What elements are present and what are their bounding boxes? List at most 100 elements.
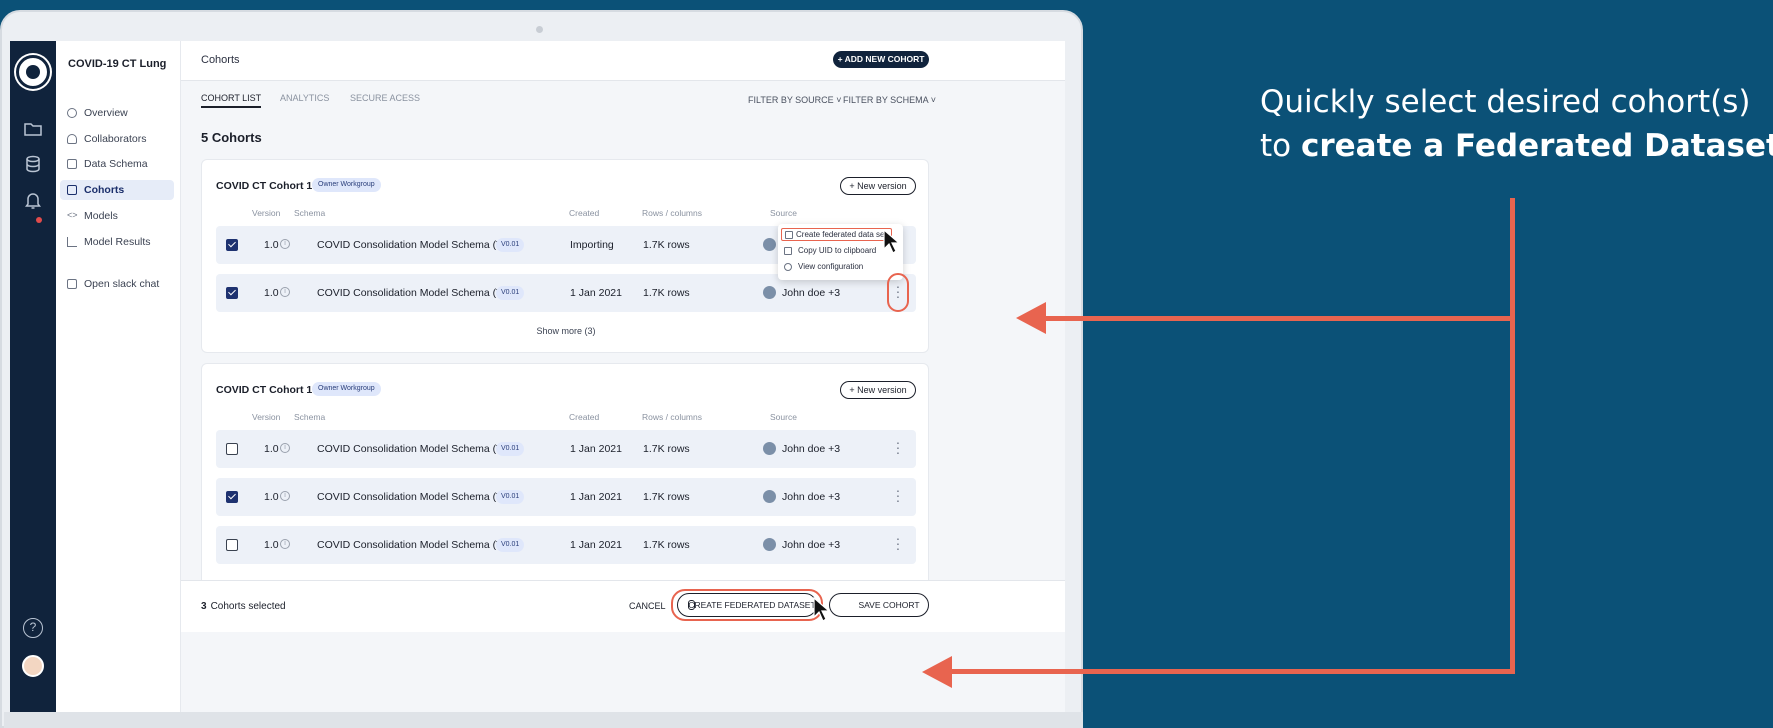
info-icon[interactable]: i — [280, 491, 290, 501]
schema-cell: COVID Consolidation Model Schema (V.1) — [317, 239, 515, 251]
workgroup-badge: Owner Workgroup — [312, 382, 381, 396]
cohort-card: COVID CT Cohort 1 Owner Workgroup + New … — [201, 363, 929, 593]
laptop-frame: ? COVID-19 CT Lung Overview Collaborator… — [0, 10, 1083, 728]
column-header-created: Created — [569, 208, 600, 218]
database-icon[interactable] — [22, 153, 44, 175]
selected-count-number: 3 — [201, 601, 207, 612]
sidebar-item-slack[interactable]: Open slack chat — [60, 274, 174, 294]
created-cell: 1 Jan 2021 — [570, 491, 622, 503]
workgroup-badge: Owner Workgroup — [312, 178, 381, 192]
selection-footer: 3 Cohorts selected CANCEL SAVE COHORT CRE… — [181, 580, 1065, 632]
tab-cohort-list[interactable]: COHORT LIST — [201, 93, 262, 108]
tab-secure-access[interactable]: SECURE ACESS — [350, 93, 420, 103]
arrowhead-icon — [1016, 302, 1046, 334]
folder-icon[interactable] — [22, 118, 44, 140]
schema-version-badge: V0.01 — [496, 442, 525, 456]
schema-cell: COVID Consolidation Model Schema (V.1) — [317, 539, 515, 551]
create-button-highlight — [671, 589, 823, 621]
version-cell: 1.0 — [264, 539, 279, 551]
menu-item-label: View configuration — [798, 262, 864, 271]
cohort-count: 5 Cohorts — [201, 130, 262, 145]
mouse-cursor-icon — [883, 229, 901, 254]
show-more-link[interactable]: Show more (3) — [202, 326, 930, 336]
menu-item-create-federated[interactable]: Create federated data set — [781, 228, 892, 241]
source-cell: John doe +3 — [782, 287, 841, 299]
new-version-button[interactable]: + New version — [840, 177, 916, 195]
schema-version-badge: V0.01 — [496, 490, 525, 504]
selected-count-label: Cohorts selected — [210, 601, 286, 612]
project-sidebar: COVID-19 CT Lung Overview Collaborators … — [56, 41, 181, 713]
bell-icon[interactable] — [22, 189, 44, 211]
sidebar-item-collaborators[interactable]: Collaborators — [60, 129, 174, 149]
connector-arrow-bottom — [948, 669, 1514, 674]
column-header-rows: Rows / columns — [642, 208, 702, 218]
schema-version-badge: V0.01 — [496, 538, 525, 552]
source-cell: John doe +3 — [782, 443, 841, 455]
add-new-cohort-button[interactable]: + ADD NEW COHORT — [833, 51, 929, 68]
column-header-source: Source — [770, 208, 797, 218]
schema-cell: COVID Consolidation Model Schema (V.1) — [317, 443, 515, 455]
cancel-button[interactable]: CANCEL — [629, 601, 666, 611]
help-icon[interactable]: ? — [23, 618, 43, 638]
app-screen: ? COVID-19 CT Lung Overview Collaborator… — [10, 41, 1065, 713]
row-checkbox[interactable] — [226, 491, 238, 503]
overview-icon — [67, 108, 77, 118]
cohort-title: COVID CT Cohort 1 — [216, 180, 313, 192]
sidebar-item-cohorts[interactable]: Cohorts — [60, 180, 174, 200]
column-header-schema: Schema — [294, 412, 326, 422]
collaborators-icon — [67, 134, 77, 144]
info-icon[interactable]: i — [280, 239, 290, 249]
created-cell: 1 Jan 2021 — [570, 443, 622, 455]
row-checkbox[interactable] — [226, 287, 238, 299]
cohort-title: COVID CT Cohort 1 — [216, 384, 313, 396]
sidebar-item-overview[interactable]: Overview — [60, 103, 174, 123]
column-header-version: Version — [252, 208, 281, 218]
info-icon[interactable]: i — [280, 539, 290, 549]
row-checkbox[interactable] — [226, 239, 238, 251]
more-options-icon[interactable]: · · · — [894, 483, 902, 507]
schema-cell: COVID Consolidation Model Schema (V.1) — [317, 287, 515, 299]
row-checkbox[interactable] — [226, 539, 238, 551]
table-row[interactable]: 1.0 i COVID Consolidation Model Schema (… — [216, 478, 916, 516]
sidebar-item-label: Data Schema — [84, 158, 148, 170]
avatar — [763, 490, 776, 503]
tab-analytics[interactable]: ANALYTICS — [280, 93, 329, 103]
rows-cell: 1.7K rows — [643, 443, 690, 455]
info-icon[interactable]: i — [280, 287, 290, 297]
sidebar-item-label: Overview — [84, 107, 128, 119]
copy-icon — [784, 247, 792, 255]
rows-cell: 1.7K rows — [643, 491, 690, 503]
rows-cell: 1.7K rows — [643, 239, 690, 251]
sidebar-item-models[interactable]: <> Models — [60, 206, 174, 226]
camera-dot — [536, 26, 543, 33]
row-checkbox[interactable] — [226, 443, 238, 455]
filter-by-source[interactable]: FILTER BY SOURCE ˅ — [748, 95, 841, 105]
user-avatar[interactable] — [22, 655, 44, 677]
more-options-icon[interactable]: · · · — [894, 435, 902, 459]
callout-prefix: to — [1260, 128, 1301, 164]
eye-icon — [784, 263, 792, 271]
schema-version-badge: V0.01 — [496, 238, 525, 252]
new-version-button[interactable]: + New version — [840, 381, 916, 399]
table-row[interactable]: 1.0 i COVID Consolidation Model Schema (… — [216, 526, 916, 564]
sidebar-item-data-schema[interactable]: Data Schema — [60, 154, 174, 174]
version-cell: 1.0 — [264, 239, 279, 251]
sidebar-item-model-results[interactable]: Model Results — [60, 232, 174, 252]
more-options-icon[interactable]: · · · — [894, 531, 902, 555]
menu-item-copy-uid[interactable]: Copy UID to clipboard — [784, 246, 876, 255]
table-row[interactable]: 1.0 i COVID Consolidation Model Schema (… — [216, 430, 916, 468]
info-icon[interactable]: i — [280, 443, 290, 453]
laptop-bezel-bottom — [4, 712, 1083, 728]
menu-item-view-config[interactable]: View configuration — [784, 262, 863, 271]
main-content: Cohorts + ADD NEW COHORT COHORT LIST ANA… — [181, 41, 1065, 713]
column-header-schema: Schema — [294, 208, 326, 218]
callout-headline: Quickly select desired cohort(s) to crea… — [1260, 80, 1773, 168]
save-cohort-button[interactable]: SAVE COHORT — [829, 593, 929, 617]
filter-by-schema[interactable]: FILTER BY SCHEMA ˅ — [843, 95, 936, 105]
sidebar-item-label: Model Results — [84, 236, 151, 248]
version-cell: 1.0 — [264, 491, 279, 503]
sidebar-item-label: Collaborators — [84, 133, 147, 145]
sidebar-item-label: Models — [84, 210, 118, 222]
app-logo-icon[interactable] — [16, 55, 50, 89]
version-cell: 1.0 — [264, 443, 279, 455]
